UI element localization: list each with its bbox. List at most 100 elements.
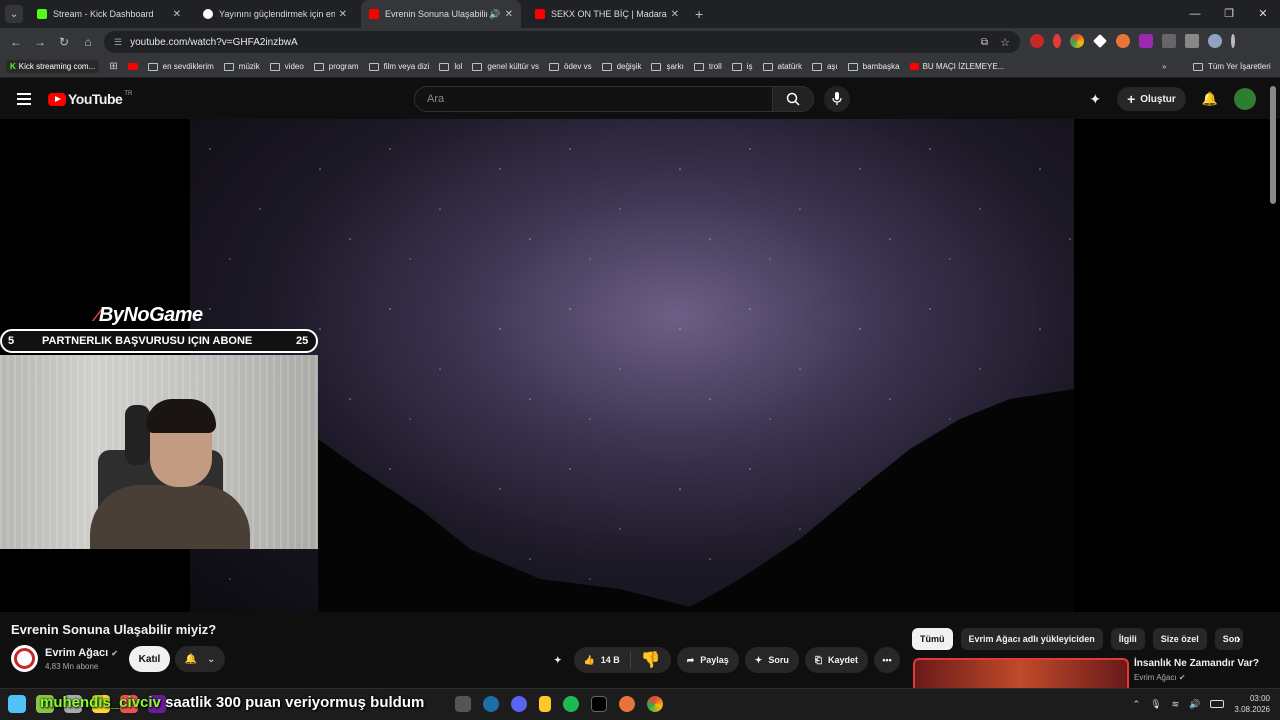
- bookmark-folder[interactable]: program: [313, 62, 359, 71]
- minimize-button[interactable]: —: [1178, 0, 1212, 28]
- bookmark-star-icon[interactable]: ☆: [1000, 36, 1010, 49]
- video-player[interactable]: ⁄ByNoGame 5 PARTNERLIK BAŞVURUSU IÇIN AB…: [0, 119, 1280, 612]
- bookmark-youtube-link[interactable]: BU MAÇI İZLEMEYE...: [909, 62, 1004, 71]
- bookmark-kick[interactable]: K Kick streaming com...: [6, 60, 100, 73]
- install-app-icon[interactable]: ⧉: [981, 37, 988, 48]
- dislike-button[interactable]: 👎: [631, 650, 671, 670]
- bookmark-folder[interactable]: genel kültür vs: [472, 62, 539, 71]
- join-button[interactable]: Katıl: [129, 646, 170, 672]
- notifications-bell-icon[interactable]: 🔔: [1202, 91, 1218, 107]
- share-button[interactable]: ➦ Paylaş: [676, 647, 739, 673]
- file-app-icon[interactable]: [539, 696, 551, 712]
- reload-button[interactable]: ↻: [52, 35, 76, 49]
- page-scrollbar[interactable]: [1270, 86, 1276, 204]
- close-icon[interactable]: ✕: [339, 9, 347, 20]
- star-app-icon[interactable]: [619, 696, 635, 712]
- steam-icon[interactable]: [483, 696, 499, 712]
- recommendation-channel[interactable]: Evrim Ağacı ✔: [1134, 673, 1186, 682]
- tab-streaming-tips[interactable]: Yayınını güçlendirmek için en iyi ✕: [195, 0, 355, 28]
- extension-pin-icon[interactable]: [1053, 34, 1061, 48]
- speaker-icon[interactable]: 🔊: [489, 9, 500, 20]
- create-button[interactable]: + Oluştur: [1117, 87, 1186, 111]
- extension-chrome-icon[interactable]: [1070, 34, 1084, 48]
- extension-purple-icon[interactable]: [1139, 34, 1153, 48]
- browser-menu-icon[interactable]: [1231, 34, 1235, 48]
- bookmark-folder[interactable]: troll: [693, 62, 722, 71]
- system-clock[interactable]: 03:00 3.08.2026: [1234, 693, 1270, 715]
- tab-kick-dashboard[interactable]: Stream - Kick Dashboard ✕: [29, 0, 189, 28]
- like-button[interactable]: 👍 14 B: [574, 652, 631, 668]
- start-icon[interactable]: [8, 695, 26, 713]
- extension-diamond-icon[interactable]: [1093, 34, 1107, 48]
- chip-from-uploader[interactable]: Evrim Ağacı adlı yükleyiciden: [960, 628, 1103, 650]
- close-icon[interactable]: ✕: [505, 9, 513, 20]
- forward-button[interactable]: →: [28, 35, 52, 49]
- menu-icon[interactable]: [17, 93, 31, 105]
- premium-gift-icon[interactable]: ✦: [1089, 91, 1101, 108]
- bookmark-folder[interactable]: en sevdiklerim: [147, 62, 214, 71]
- bookmark-folder[interactable]: bambaşka: [847, 62, 900, 71]
- back-button[interactable]: ←: [4, 35, 28, 49]
- tab-search-button[interactable]: ⌄: [5, 5, 23, 23]
- bookmark-folder[interactable]: film veya dizi: [368, 62, 429, 71]
- bookmark-folder[interactable]: video: [269, 62, 304, 71]
- recommendation-title[interactable]: İnsanlık Ne Zamandır Var?: [1134, 658, 1259, 669]
- search-input[interactable]: Ara: [414, 86, 772, 112]
- bookmark-label: video: [284, 62, 304, 71]
- wifi-icon[interactable]: ≋: [1172, 699, 1180, 710]
- tab-youtube-music[interactable]: SEKX ON THE BİÇ | Madara Old ✕: [527, 0, 687, 28]
- bookmark-folder[interactable]: atatürk: [762, 62, 802, 71]
- more-actions-button[interactable]: •••: [874, 647, 901, 673]
- voice-search-button[interactable]: [824, 86, 850, 112]
- chrome-icon[interactable]: [647, 696, 663, 712]
- bookmark-folder[interactable]: şarkı: [651, 62, 684, 71]
- recommendation-thumbnail[interactable]: [913, 658, 1129, 692]
- site-info-icon[interactable]: ☰: [114, 37, 122, 48]
- subscription-bell-button[interactable]: 🔔 ⌄: [175, 646, 225, 672]
- tab-youtube-video-active[interactable]: Evrenin Sonuna Ulaşabilir m 🔊 ✕: [361, 0, 521, 28]
- bookmark-folder[interactable]: aşı: [811, 62, 838, 71]
- more-bookmarks-icon[interactable]: »: [1162, 62, 1166, 71]
- media-controls-icon[interactable]: [1185, 34, 1199, 48]
- extensions-puzzle-icon[interactable]: [1162, 34, 1176, 48]
- ask-button[interactable]: ✦ Soru: [744, 647, 799, 673]
- chevron-right-icon[interactable]: ›: [1236, 630, 1241, 646]
- address-bar[interactable]: ☰ youtube.com/watch?v=GHFA2inzbwA ⧉ ☆: [104, 31, 1020, 53]
- tray-expand-icon[interactable]: ⌃: [1133, 699, 1141, 710]
- bookmark-folder[interactable]: değişik: [601, 62, 641, 71]
- bookmark-folder[interactable]: lol: [439, 62, 462, 71]
- chip-for-you[interactable]: Size özel: [1152, 628, 1207, 650]
- youtube-logo[interactable]: YouTube TR: [48, 91, 132, 107]
- home-button[interactable]: ⌂: [76, 35, 100, 49]
- premium-sparkle-icon[interactable]: ✦: [548, 647, 568, 673]
- channel-name[interactable]: Evrim Ağacı ✔: [45, 647, 118, 659]
- save-button[interactable]: ⎗ Kaydet: [804, 647, 869, 673]
- chip-all[interactable]: Tümü: [912, 628, 953, 650]
- spotify-icon[interactable]: [563, 696, 579, 712]
- bookmark-youtube-icon[interactable]: [127, 63, 138, 70]
- profile-avatar-icon[interactable]: [1208, 34, 1222, 48]
- controller-app-icon[interactable]: [455, 696, 471, 712]
- apps-grid-icon[interactable]: ⊞: [109, 61, 117, 72]
- discord-icon[interactable]: [511, 696, 527, 712]
- close-icon[interactable]: ✕: [173, 9, 181, 20]
- battery-icon[interactable]: [1210, 700, 1225, 708]
- channel-avatar[interactable]: [11, 645, 38, 672]
- bookmark-folder[interactable]: ödev vs: [549, 62, 592, 71]
- volume-icon[interactable]: 🔊: [1189, 699, 1200, 710]
- account-avatar[interactable]: [1234, 88, 1256, 110]
- bookmark-folder[interactable]: iş: [731, 62, 753, 71]
- maximize-button[interactable]: ❐: [1212, 0, 1246, 28]
- bookmark-folder[interactable]: müzik: [223, 62, 260, 71]
- close-window-button[interactable]: ✕: [1246, 0, 1280, 28]
- new-tab-button[interactable]: +: [695, 6, 703, 22]
- microphone-tray-icon[interactable]: 🎙: [1150, 699, 1161, 710]
- search-button[interactable]: [772, 86, 814, 112]
- extension-sun-icon[interactable]: [1116, 34, 1130, 48]
- close-icon[interactable]: ✕: [671, 9, 679, 20]
- extension-red-icon[interactable]: [1030, 34, 1044, 48]
- chip-related[interactable]: İlgili: [1110, 628, 1145, 650]
- all-bookmarks[interactable]: Tüm Yer İşaretleri: [1193, 62, 1271, 71]
- taskbar-apps: [455, 696, 663, 712]
- x-icon[interactable]: [591, 696, 607, 712]
